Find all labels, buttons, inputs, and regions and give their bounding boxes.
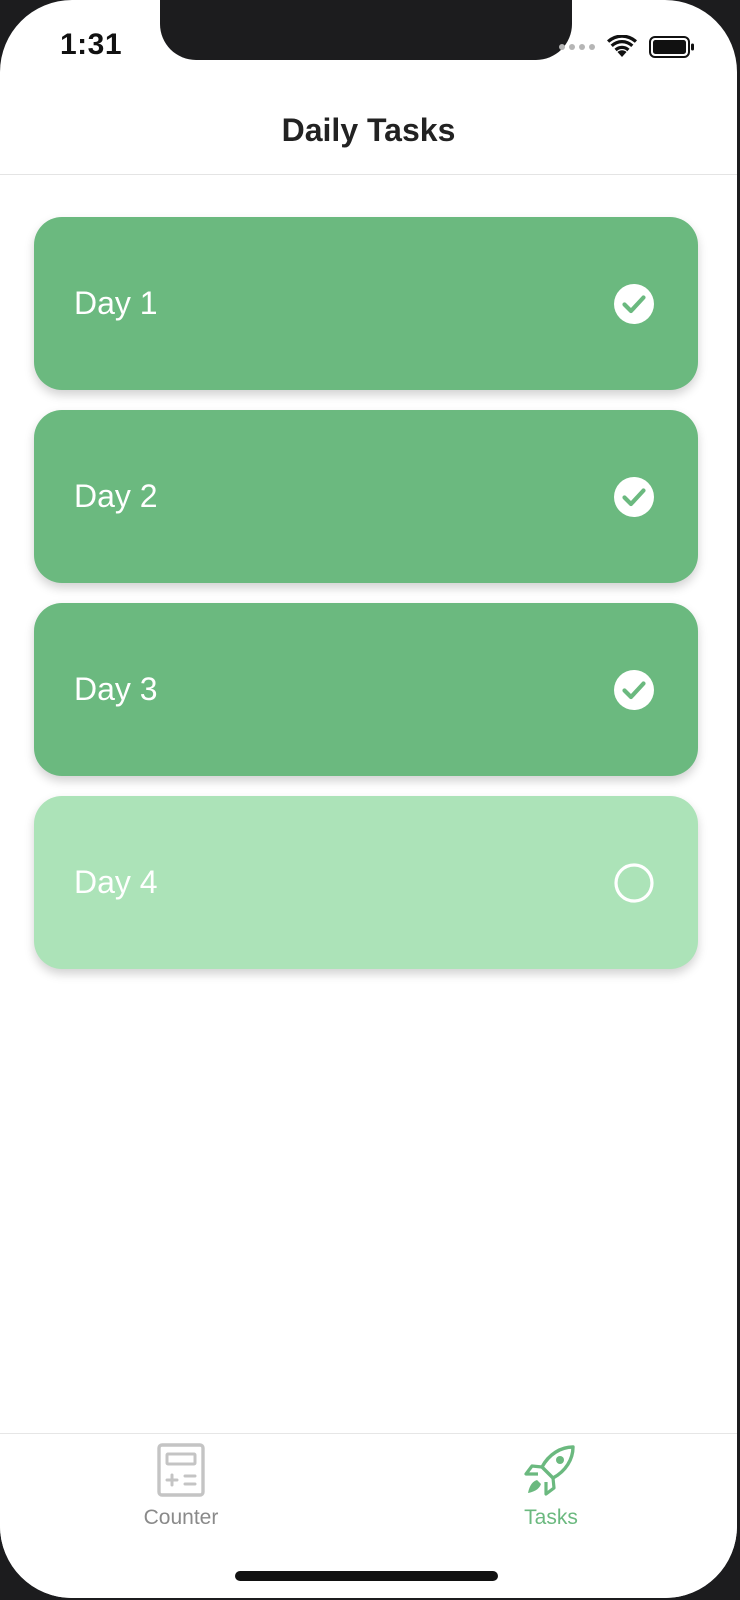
task-card-day-1[interactable]: Day 1 xyxy=(34,217,698,390)
rocket-icon xyxy=(524,1445,575,1496)
status-icons xyxy=(559,34,695,60)
task-card-day-2[interactable]: Day 2 xyxy=(34,410,698,583)
task-card-day-3[interactable]: Day 3 xyxy=(34,603,698,776)
page-title: Daily Tasks xyxy=(281,111,456,148)
task-label: Day 4 xyxy=(74,864,158,900)
task-label: Day 3 xyxy=(74,671,158,707)
status-bar: 1:31 xyxy=(0,0,737,92)
tab-counter[interactable]: Counter xyxy=(81,1442,281,1530)
check-circle-icon xyxy=(614,669,654,710)
status-time: 1:31 xyxy=(60,28,123,61)
tab-label: Tasks xyxy=(524,1506,578,1529)
wifi-icon xyxy=(607,35,637,57)
empty-circle-icon xyxy=(614,862,654,903)
battery-icon xyxy=(649,36,694,58)
home-indicator[interactable] xyxy=(235,1571,498,1581)
task-card-day-4[interactable]: Day 4 xyxy=(34,796,698,969)
cellular-signal-icon xyxy=(559,44,595,50)
app-screen: 1:31 Daily Tasks Day 1 Day 2 Day 3 Day 4… xyxy=(0,0,737,1598)
device-notch xyxy=(160,0,572,60)
task-label: Day 1 xyxy=(74,285,158,321)
task-label: Day 2 xyxy=(74,478,158,514)
calculator-icon xyxy=(157,1443,205,1497)
navigation-header: Daily Tasks xyxy=(0,92,737,175)
device-frame: 1:31 Daily Tasks Day 1 Day 2 Day 3 Day 4… xyxy=(0,0,740,1600)
tab-tasks[interactable]: Tasks xyxy=(451,1442,651,1530)
tab-label: Counter xyxy=(143,1506,219,1529)
task-list: Day 1 Day 2 Day 3 Day 4 xyxy=(34,217,698,989)
check-circle-icon xyxy=(614,476,654,517)
check-circle-icon xyxy=(614,283,654,324)
